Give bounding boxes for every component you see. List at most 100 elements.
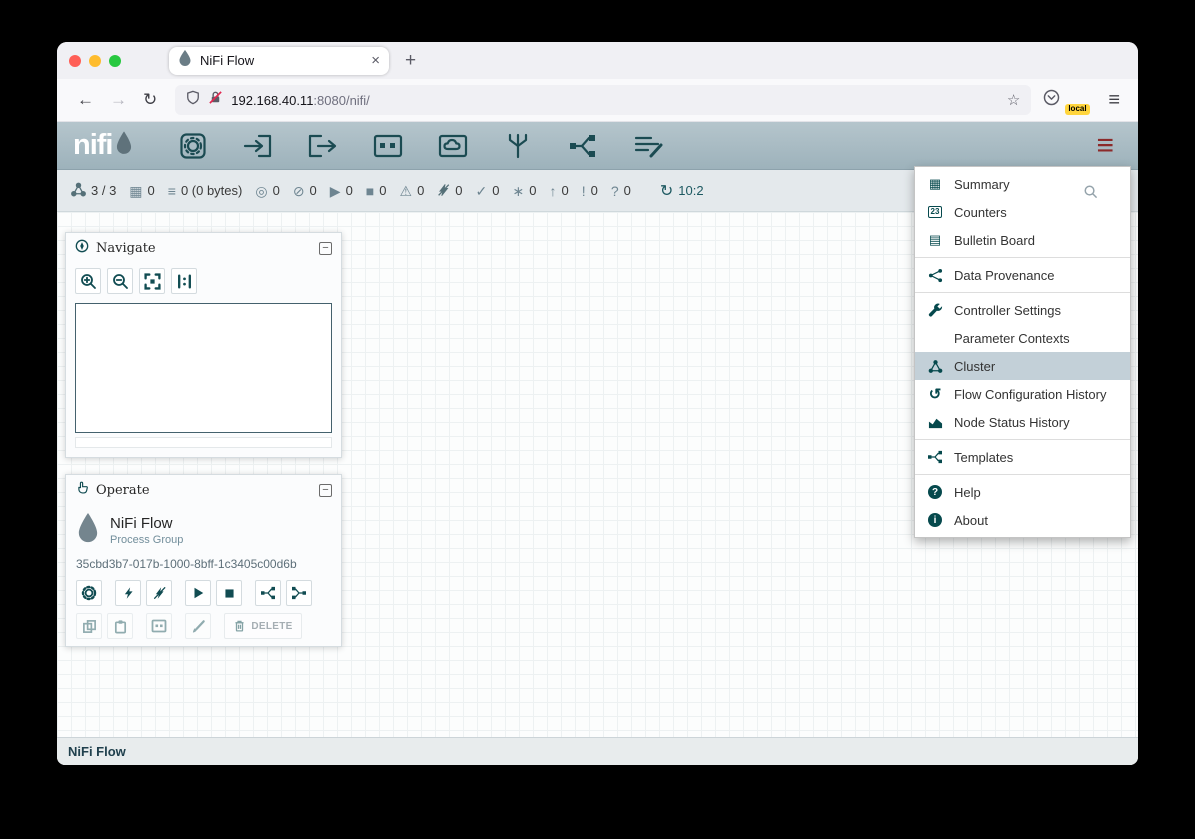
reload-icon[interactable]: ↻ [143,90,157,110]
processor-component-icon[interactable] [177,132,209,160]
refresh-status[interactable]: ↻ 10:2 [660,181,704,201]
area-chart-icon [926,415,944,430]
permissions-shield-icon[interactable] [186,90,200,110]
tab-bar: NiFi Flow × + [57,42,1138,79]
template-component-icon[interactable] [567,132,599,160]
url-text[interactable]: 192.168.40.11:8080/nifi/ [231,93,999,108]
menu-item-bulletin-board[interactable]: ▤ Bulletin Board [915,226,1130,254]
insecure-lock-icon[interactable] [208,90,223,110]
global-menu: ▦ Summary 23 Counters ▤ Bulletin Board D… [914,166,1131,538]
menu-item-node-status-history[interactable]: Node Status History [915,408,1130,436]
label-component-icon[interactable] [632,132,664,160]
summary-table-icon: ▦ [926,176,944,192]
zoom-in-button[interactable] [75,268,101,294]
operate-buttons-row-1 [66,580,341,613]
stop-button[interactable] [216,580,242,606]
nifi-app: nifi [57,122,1138,765]
menu-item-data-provenance[interactable]: Data Provenance [915,261,1130,289]
zoom-window-button[interactable] [109,55,121,67]
menu-item-about[interactable]: i About [915,506,1130,534]
minimize-window-button[interactable] [89,55,101,67]
search-icon[interactable] [1083,184,1098,204]
nifi-global-menu-icon[interactable]: ≡ [1096,131,1114,161]
forward-icon[interactable]: → [110,90,127,110]
output-port-component-icon[interactable] [307,132,339,160]
counters-icon: 23 [926,206,944,218]
zoom-out-button[interactable] [107,268,133,294]
menu-item-cluster[interactable]: Cluster [915,352,1130,380]
status-running: ▶ 0 [330,183,353,198]
operate-title: Operate [96,483,312,498]
up-to-date-check-icon: ✓ [476,184,488,198]
menu-item-flow-configuration-history[interactable]: ↺ Flow Configuration History [915,380,1130,408]
change-color-brush-button[interactable] [185,613,211,639]
refresh-icon[interactable]: ↻ [660,181,673,201]
process-group-component-icon[interactable] [372,132,404,160]
zoom-actual-size-button[interactable] [171,268,197,294]
navigate-palette: Navigate − [65,232,342,458]
birdseye-brush[interactable] [75,437,332,448]
disable-bolt-slash-button[interactable] [146,580,172,606]
breadcrumb[interactable]: NiFi Flow [68,744,126,759]
navigate-toolbar [66,263,341,301]
configuration-gear-button[interactable] [76,580,102,606]
nifi-logo-text: nifi [73,131,113,160]
url-bar[interactable]: 192.168.40.11:8080/nifi/ ☆ [175,85,1031,115]
funnel-component-icon[interactable] [502,132,534,160]
selected-component-name: NiFi Flow [110,515,183,532]
selected-component: NiFi Flow Process Group [66,505,341,550]
status-connected-nodes: 3 / 3 [71,182,116,199]
collapse-navigate-icon[interactable]: − [319,242,332,255]
input-port-component-icon[interactable] [242,132,274,160]
remote-process-group-component-icon[interactable] [437,132,469,160]
browser-menu-icon[interactable]: ≡ [1108,89,1120,112]
upload-flow-button[interactable] [255,580,281,606]
close-window-button[interactable] [69,55,81,67]
delete-button[interactable]: DELETE [224,613,302,639]
enable-bolt-button[interactable] [115,580,141,606]
wrench-icon [926,303,944,318]
browser-tab[interactable]: NiFi Flow × [169,47,389,75]
menu-item-parameter-contexts[interactable]: Parameter Contexts [915,324,1130,352]
hand-pointer-icon [75,480,89,500]
status-not-transmitting: ⊘ 0 [293,183,317,198]
menu-item-templates[interactable]: Templates [915,443,1130,471]
collapse-operate-icon[interactable]: − [319,484,332,497]
invalid-icon: ⚠ [400,184,413,198]
provenance-icon [926,268,944,283]
new-tab-button[interactable]: + [405,50,416,72]
menu-label: Summary [954,177,1010,192]
cluster-icon [71,182,86,199]
start-play-button[interactable] [185,580,211,606]
status-locally-modified: ∗ 0 [513,183,537,198]
nifi-logo-drop-icon [115,131,133,160]
container-badge: local [1065,104,1089,115]
bookmark-star-icon[interactable]: ☆ [1007,91,1020,109]
profile-avatar[interactable]: local [1072,89,1096,111]
menu-label: Data Provenance [954,268,1054,283]
operate-buttons-row-2: DELETE [66,613,341,646]
menu-item-help[interactable]: ? Help [915,478,1130,506]
delete-label: DELETE [251,621,292,632]
operate-header: Operate − [66,475,341,505]
browser-toolbar: ← → ↻ 192.168.40.11:8080/nifi/ ☆ local ≡ [57,79,1138,122]
last-refreshed-time: 10:2 [678,183,703,198]
zoom-fit-button[interactable] [139,268,165,294]
paste-button[interactable] [107,613,133,639]
menu-divider [915,439,1130,440]
pocket-icon[interactable] [1043,89,1060,111]
sync-failure-icon: ? [611,184,619,198]
navigate-title: Navigate [96,241,312,256]
status-stopped: ■ 0 [366,183,387,198]
group-snippet-button[interactable] [146,613,172,639]
menu-label: Controller Settings [954,303,1061,318]
back-icon[interactable]: ← [77,90,94,110]
url-host: 192.168.40.11 [231,93,313,108]
copy-button[interactable] [76,613,102,639]
birdseye-view[interactable] [75,303,332,433]
menu-item-controller-settings[interactable]: Controller Settings [915,296,1130,324]
navigate-header: Navigate − [66,233,341,263]
stopped-icon: ■ [366,184,374,198]
close-tab-icon[interactable]: × [371,52,380,69]
download-flow-button[interactable] [286,580,312,606]
